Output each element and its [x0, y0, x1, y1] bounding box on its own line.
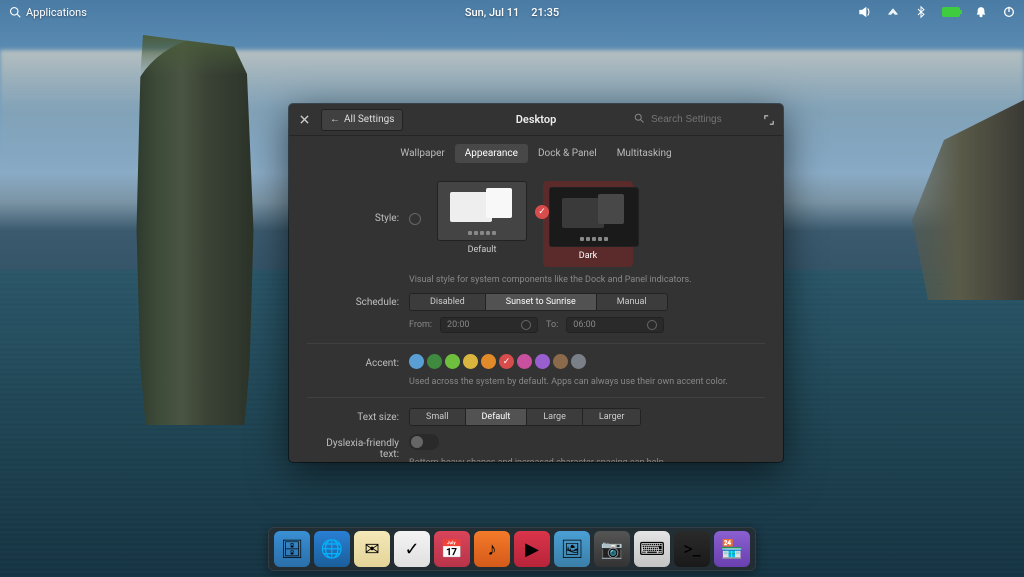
schedule-sunset-to-sunrise[interactable]: Sunset to Sunrise: [486, 294, 597, 310]
dock-calendar[interactable]: 📅: [434, 531, 470, 567]
dyslexia-hint: Bottom-heavy shapes and increased charac…: [409, 458, 689, 462]
separator: [307, 397, 765, 398]
close-button[interactable]: [295, 111, 313, 129]
back-arrow-icon: ←: [330, 114, 340, 125]
search-icon: [633, 112, 645, 127]
style-dark-label: Dark: [549, 251, 627, 261]
accent-swatch-9[interactable]: [571, 354, 586, 369]
dock-videos[interactable]: ▶: [514, 531, 550, 567]
dyslexia-label: Dyslexia-friendly text:: [307, 434, 409, 460]
to-label: To:: [546, 320, 558, 330]
tab-wallpaper[interactable]: Wallpaper: [390, 144, 454, 163]
category-tabs: WallpaperAppearanceDock & PanelMultitask…: [307, 144, 765, 163]
dock-files[interactable]: 🗄: [274, 531, 310, 567]
clock-icon: [647, 320, 657, 330]
accent-swatch-3[interactable]: [463, 354, 478, 369]
search-icon: [8, 5, 22, 19]
dock-code[interactable]: ⌨: [634, 531, 670, 567]
top-panel: Applications Sun, Jul 11 21:35: [0, 0, 1024, 24]
textsize-large[interactable]: Large: [527, 409, 583, 425]
checkmark-icon: ✓: [535, 205, 549, 219]
dock-photos[interactable]: 🖼: [554, 531, 590, 567]
clock[interactable]: Sun, Jul 11 21:35: [465, 6, 559, 19]
accent-hint: Used across the system by default. Apps …: [409, 377, 765, 387]
network-icon[interactable]: [886, 5, 900, 19]
accent-swatch-2[interactable]: [445, 354, 460, 369]
dock-web[interactable]: 🌐: [314, 531, 350, 567]
dock: 🗄🌐✉✓📅♪▶🖼📷⌨>_🏪: [268, 527, 756, 571]
schedule-disabled[interactable]: Disabled: [410, 294, 486, 310]
maximize-button[interactable]: [761, 112, 777, 128]
dock-appcenter[interactable]: 🏪: [714, 531, 750, 567]
clock-icon: [521, 320, 531, 330]
from-time-input[interactable]: 20:00: [440, 317, 538, 333]
textsize-label: Text size:: [307, 408, 409, 423]
dock-music[interactable]: ♪: [474, 531, 510, 567]
window-content: WallpaperAppearanceDock & PanelMultitask…: [289, 136, 783, 462]
textsize-small[interactable]: Small: [410, 409, 466, 425]
textsize-default[interactable]: Default: [466, 409, 528, 425]
accent-swatches: [409, 354, 765, 369]
dyslexia-toggle[interactable]: [409, 434, 439, 450]
accent-swatch-5[interactable]: [499, 354, 514, 369]
settings-window: ← All Settings Desktop WallpaperAppearan…: [289, 104, 783, 462]
textsize-larger[interactable]: Larger: [583, 409, 641, 425]
accent-swatch-8[interactable]: [553, 354, 568, 369]
style-hint: Visual style for system components like …: [409, 275, 765, 285]
accent-swatch-7[interactable]: [535, 354, 550, 369]
applications-menu[interactable]: Applications: [8, 5, 87, 19]
to-time-input[interactable]: 06:00: [566, 317, 664, 333]
applications-label: Applications: [26, 6, 87, 19]
date-label: Sun, Jul 11: [465, 6, 519, 19]
style-option-dark[interactable]: ✓ Dark: [543, 181, 633, 267]
back-label: All Settings: [344, 114, 394, 125]
battery-icon[interactable]: [942, 7, 960, 17]
volume-icon[interactable]: [858, 5, 872, 19]
dock-tasks[interactable]: ✓: [394, 531, 430, 567]
tab-appearance[interactable]: Appearance: [455, 144, 528, 163]
accent-swatch-6[interactable]: [517, 354, 532, 369]
style-option-default[interactable]: Default: [437, 181, 527, 255]
notifications-icon[interactable]: [974, 5, 988, 19]
bluetooth-icon[interactable]: [914, 5, 928, 19]
dock-terminal[interactable]: >_: [674, 531, 710, 567]
accent-swatch-1[interactable]: [427, 354, 442, 369]
time-label: 21:35: [531, 6, 559, 19]
tab-multitasking[interactable]: Multitasking: [607, 144, 682, 163]
search-input[interactable]: [651, 114, 751, 125]
schedule-manual[interactable]: Manual: [597, 294, 667, 310]
schedule-segmented: DisabledSunset to SunriseManual: [409, 293, 668, 311]
accent-swatch-4[interactable]: [481, 354, 496, 369]
style-label: Style:: [307, 181, 409, 224]
back-button[interactable]: ← All Settings: [321, 109, 403, 131]
window-title: Desktop: [516, 113, 557, 126]
dock-mail[interactable]: ✉: [354, 531, 390, 567]
separator: [307, 343, 765, 344]
accent-swatch-0[interactable]: [409, 354, 424, 369]
style-default-label: Default: [437, 245, 527, 255]
tab-dock-panel[interactable]: Dock & Panel: [528, 144, 607, 163]
style-radio-default[interactable]: [409, 213, 421, 225]
from-label: From:: [409, 320, 432, 330]
wallpaper-rock: [130, 35, 260, 425]
dock-camera[interactable]: 📷: [594, 531, 630, 567]
accent-label: Accent:: [307, 354, 409, 369]
textsize-segmented: SmallDefaultLargeLarger: [409, 408, 641, 426]
schedule-label: Schedule:: [307, 293, 409, 308]
titlebar: ← All Settings Desktop: [289, 104, 783, 136]
power-icon[interactable]: [1002, 5, 1016, 19]
